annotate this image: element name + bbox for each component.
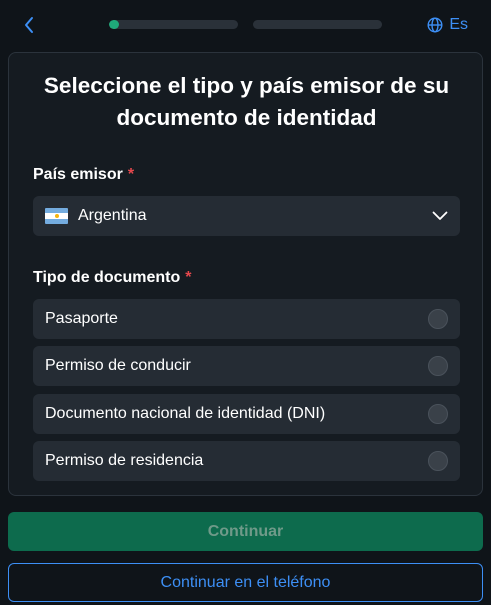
progress-step-2 xyxy=(253,20,382,29)
doc-option-label: Permiso de residencia xyxy=(45,452,204,469)
country-label-row: País emisor * xyxy=(33,166,134,184)
doc-type-label: Tipo de documento xyxy=(33,269,181,286)
globe-icon xyxy=(427,17,443,33)
top-bar: Es xyxy=(0,0,491,50)
language-label: Es xyxy=(449,16,468,33)
continue-button[interactable]: Continuar xyxy=(8,512,483,551)
country-label: País emisor xyxy=(33,166,123,183)
continue-on-phone-button[interactable]: Continuar en el teléfono xyxy=(8,563,483,602)
back-button[interactable] xyxy=(18,14,40,36)
radio-button[interactable] xyxy=(428,356,448,376)
doc-option-label: Documento nacional de identidad (DNI) xyxy=(45,405,326,422)
doc-option-label: Pasaporte xyxy=(45,310,118,327)
argentina-flag-icon xyxy=(45,208,68,224)
doc-option-national-id[interactable]: Documento nacional de identidad (DNI) xyxy=(33,394,460,434)
required-mark: * xyxy=(127,166,135,183)
language-selector[interactable]: Es xyxy=(427,14,468,36)
progress-step-1-fill xyxy=(109,20,120,29)
doc-option-residence-permit[interactable]: Permiso de residencia xyxy=(33,441,460,481)
country-select-value: Argentina xyxy=(78,207,147,224)
doc-type-label-row: Tipo de documento * xyxy=(33,269,192,287)
radio-button[interactable] xyxy=(428,404,448,424)
radio-button[interactable] xyxy=(428,451,448,471)
progress-step-1 xyxy=(109,20,238,29)
page-title: Seleccione el tipo y país emisor de su d… xyxy=(43,73,450,130)
country-select[interactable]: Argentina xyxy=(33,196,460,236)
chevron-down-icon xyxy=(432,211,448,220)
radio-button[interactable] xyxy=(428,309,448,329)
document-card: Seleccione el tipo y país emisor de su d… xyxy=(8,52,483,496)
doc-option-driving-license[interactable]: Permiso de conducir xyxy=(33,346,460,386)
required-mark: * xyxy=(185,269,192,286)
chevron-left-icon xyxy=(25,17,33,33)
doc-option-label: Permiso de conducir xyxy=(45,357,191,374)
doc-option-passport[interactable]: Pasaporte xyxy=(33,299,460,339)
